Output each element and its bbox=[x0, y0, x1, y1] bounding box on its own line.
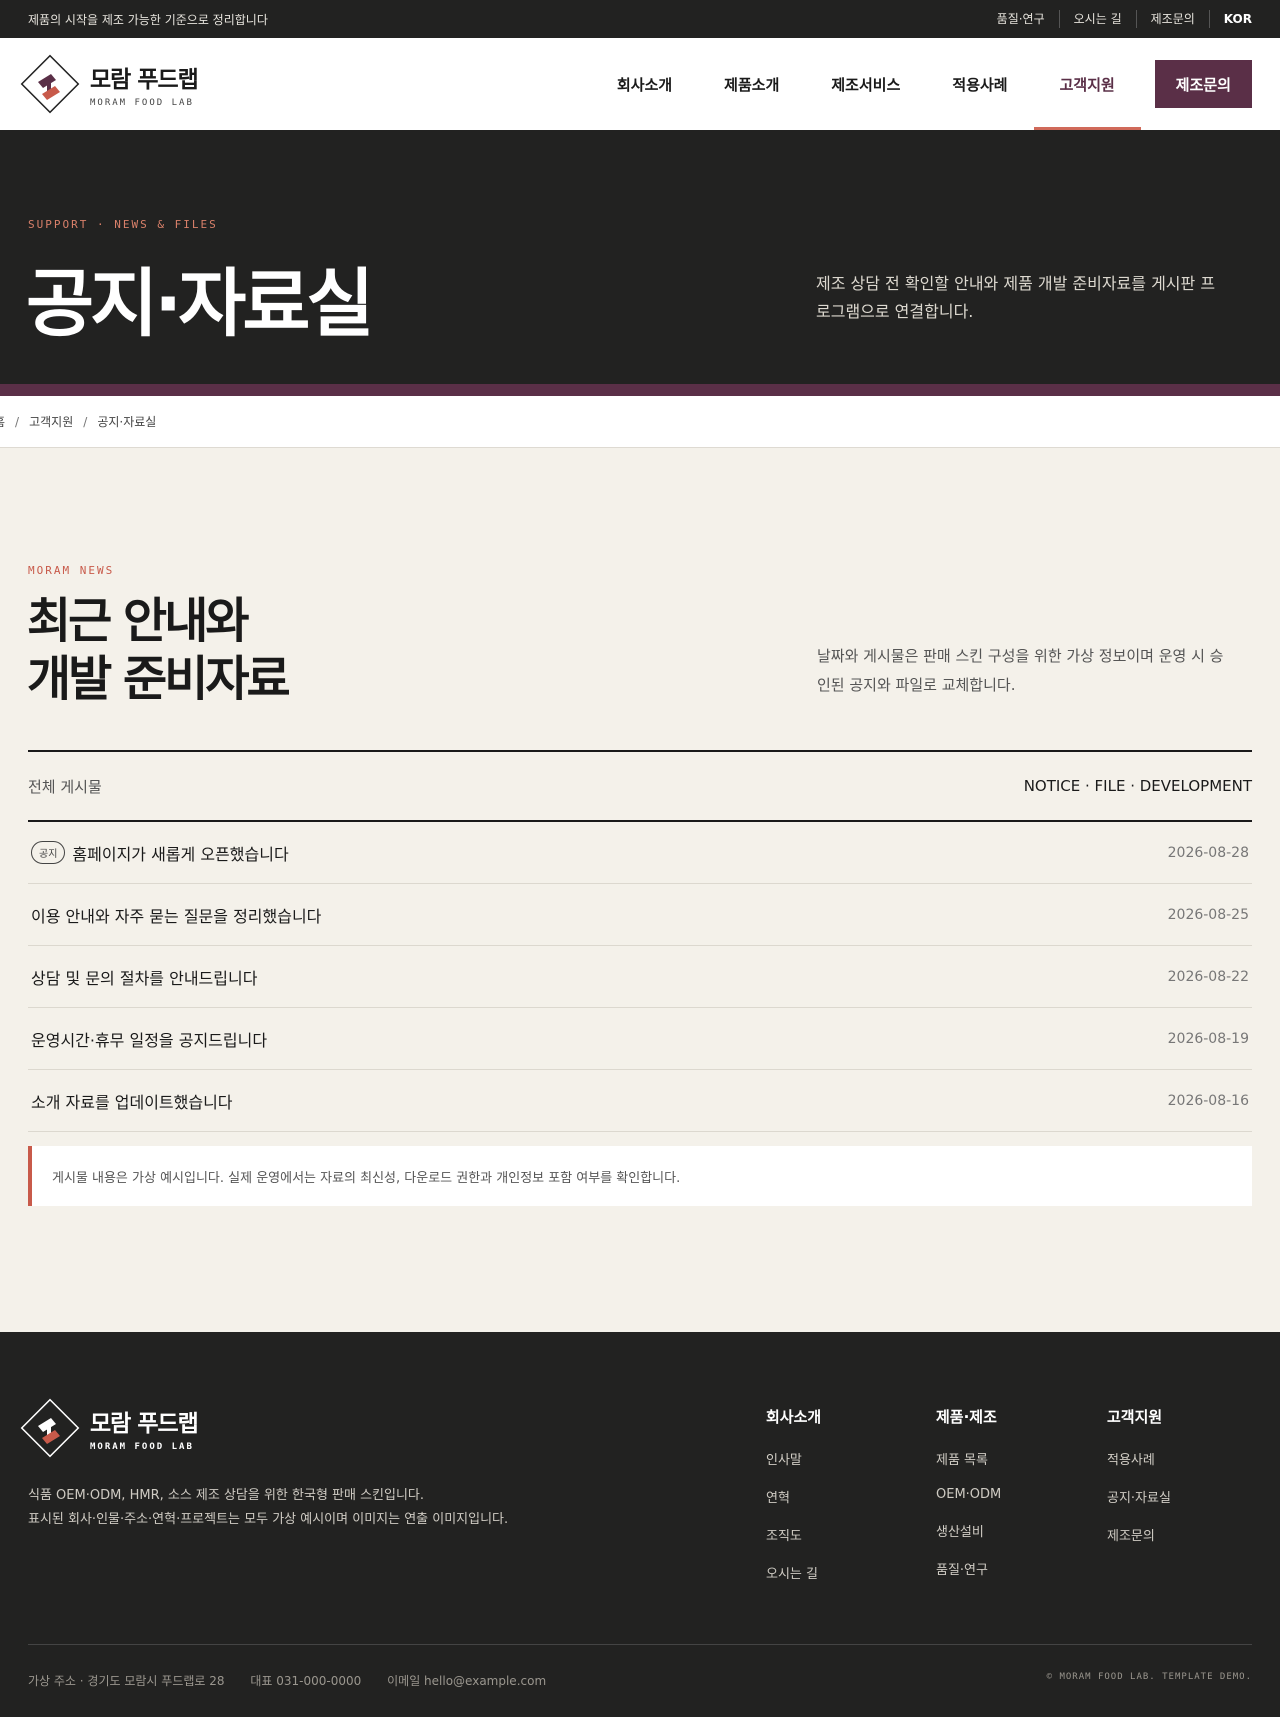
post-title[interactable]: 소개 자료를 업데이트했습니다 bbox=[31, 1089, 233, 1113]
section-title: 최근 안내와 개발 준비자료 bbox=[27, 592, 291, 708]
section-title-line2: 개발 준비자료 bbox=[27, 651, 291, 707]
nav-products[interactable]: 제품소개 bbox=[698, 38, 805, 130]
footer-brand-sub: MORAM FOOD LAB bbox=[90, 1442, 194, 1452]
board-categories: NOTICE · FILE · DEVELOPMENT bbox=[1023, 777, 1252, 795]
post-row[interactable]: 소개 자료를 업데이트했습니다 2026-08-16 bbox=[28, 1070, 1252, 1132]
footer-link[interactable]: 생산설비 bbox=[936, 1521, 1001, 1540]
breadcrumb-separator: / bbox=[83, 414, 88, 429]
hero-eyebrow: SUPPORT · NEWS & FILES bbox=[28, 218, 218, 231]
footer-contact-info: 가상 주소 · 경기도 모람시 푸드랩로 28 대표 031-000-0000 … bbox=[28, 1672, 568, 1689]
post-title[interactable]: 상담 및 문의 절차를 안내드립니다 bbox=[31, 965, 257, 989]
post-date: 2026-08-19 bbox=[1167, 1030, 1249, 1047]
footer-link[interactable]: 제품 목록 bbox=[936, 1449, 1001, 1468]
footer-bottom-bar: 가상 주소 · 경기도 모람시 푸드랩로 28 대표 031-000-0000 … bbox=[28, 1644, 1252, 1689]
footer-link[interactable]: 연혁 bbox=[766, 1487, 821, 1506]
footer-desc-line1: 식품 OEM·ODM, HMR, 소스 제조 상담을 위한 한국형 판매 스킨입… bbox=[28, 1488, 425, 1503]
post-row[interactable]: 이용 안내와 자주 묻는 질문을 정리했습니다 2026-08-25 bbox=[28, 884, 1252, 946]
tagline: 제품의 시작을 제조 가능한 기준으로 정리합니다 bbox=[28, 12, 268, 27]
breadcrumb-home[interactable]: 홈 bbox=[0, 413, 5, 430]
post-date: 2026-08-28 bbox=[1167, 844, 1249, 861]
footer-copyright: © MORAM FOOD LAB. TEMPLATE DEMO. bbox=[1046, 1672, 1252, 1682]
footer-link[interactable]: 조직도 bbox=[766, 1525, 821, 1544]
post-board: 전체 게시물 NOTICE · FILE · DEVELOPMENT 공지 홈페… bbox=[28, 750, 1252, 1206]
brand-mark-icon bbox=[20, 54, 80, 114]
section-title-line1: 최근 안내와 bbox=[27, 593, 250, 649]
section-eyebrow: MORAM NEWS bbox=[28, 564, 115, 577]
main-content: MORAM NEWS 최근 안내와 개발 준비자료 날짜와 게시물은 판매 스킨… bbox=[0, 448, 1280, 1332]
footer-desc-line2: 표시된 회사·인물·주소·연혁·프로젝트는 모두 가상 예시이며 이미지는 연출… bbox=[28, 1512, 509, 1527]
footer-column-title: 회사소개 bbox=[766, 1408, 822, 1426]
post-row[interactable]: 공지 홈페이지가 새롭게 오픈했습니다 2026-08-28 bbox=[28, 822, 1252, 884]
post-date: 2026-08-22 bbox=[1167, 968, 1249, 985]
post-date: 2026-08-16 bbox=[1167, 1092, 1249, 1109]
nav-company[interactable]: 회사소개 bbox=[591, 38, 698, 130]
footer-link[interactable]: 오시는 길 bbox=[766, 1563, 821, 1582]
footer-address: 가상 주소 · 경기도 모람시 푸드랩로 28 bbox=[28, 1674, 225, 1688]
hero-description: 제조 상담 전 확인할 안내와 제품 개발 준비자료를 게시판 프로그램으로 연… bbox=[816, 274, 1216, 321]
footer-phone: 대표 031-000-0000 bbox=[250, 1674, 362, 1688]
footer-column-products: 제품·제조 제품 목록 OEM·ODM 생산설비 품질·연구 bbox=[936, 1406, 1001, 1597]
util-link-location[interactable]: 오시는 길 bbox=[1058, 10, 1136, 28]
page-title: 공지·자료실 bbox=[26, 261, 375, 347]
footer-description: 식품 OEM·ODM, HMR, 소스 제조 상담을 위한 한국형 판매 스킨입… bbox=[28, 1484, 508, 1532]
breadcrumb-support[interactable]: 고객지원 bbox=[29, 413, 73, 430]
footer-link[interactable]: 공지·자료실 bbox=[1107, 1487, 1171, 1506]
brand-name: 모람 푸드랩 bbox=[90, 67, 199, 93]
footer-column-title: 제품·제조 bbox=[936, 1408, 997, 1426]
board-all-label: 전체 게시물 bbox=[28, 777, 102, 796]
board-header: 전체 게시물 NOTICE · FILE · DEVELOPMENT bbox=[28, 750, 1252, 822]
site-header: 모람 푸드랩 MORAM FOOD LAB 회사소개 제품소개 제조서비스 적용… bbox=[0, 38, 1280, 130]
footer-column-support: 고객지원 적용사례 공지·자료실 제조문의 bbox=[1107, 1406, 1171, 1563]
breadcrumb: 홈 / 고객지원 / 공지·자료실 bbox=[0, 396, 1280, 448]
nav-manufacturing[interactable]: 제조서비스 bbox=[805, 38, 926, 130]
post-title[interactable]: 운영시간·휴무 일정을 공지드립니다 bbox=[31, 1027, 267, 1051]
brand-logo[interactable]: 모람 푸드랩 MORAM FOOD LAB bbox=[18, 52, 199, 116]
footer-brand-logo[interactable]: 모람 푸드랩 MORAM FOOD LAB bbox=[18, 1396, 199, 1460]
page-hero: SUPPORT · NEWS & FILES 공지·자료실 제조 상담 전 확인… bbox=[0, 130, 1280, 384]
brand-sub: MORAM FOOD LAB bbox=[90, 98, 194, 108]
brand-mark-icon bbox=[20, 1398, 80, 1458]
nav-support[interactable]: 고객지원 bbox=[1033, 38, 1142, 130]
post-title[interactable]: 홈페이지가 새롭게 오픈했습니다 bbox=[72, 841, 288, 865]
util-link-inquiry[interactable]: 제조문의 bbox=[1135, 10, 1209, 28]
breadcrumb-separator: / bbox=[15, 414, 20, 429]
util-link-quality[interactable]: 품질·연구 bbox=[983, 10, 1059, 28]
footer-link[interactable]: 적용사례 bbox=[1107, 1449, 1171, 1468]
footer-column-company: 회사소개 인사말 연혁 조직도 오시는 길 bbox=[766, 1406, 821, 1601]
footer-link[interactable]: 제조문의 bbox=[1107, 1525, 1171, 1544]
hero-accent-stripe bbox=[0, 384, 1280, 396]
language-selector[interactable]: KOR bbox=[1208, 10, 1252, 28]
top-utility-bar: 제품의 시작을 제조 가능한 기준으로 정리합니다 품질·연구 오시는 길 제조… bbox=[0, 0, 1280, 38]
notice-badge: 공지 bbox=[31, 841, 66, 864]
footer-brand-name: 모람 푸드랩 bbox=[90, 1411, 199, 1437]
post-title[interactable]: 이용 안내와 자주 묻는 질문을 정리했습니다 bbox=[31, 903, 321, 927]
main-nav: 회사소개 제품소개 제조서비스 적용사례 고객지원 제조문의 bbox=[591, 38, 1252, 130]
post-row[interactable]: 상담 및 문의 절차를 안내드립니다 2026-08-22 bbox=[28, 946, 1252, 1008]
post-row[interactable]: 운영시간·휴무 일정을 공지드립니다 2026-08-19 bbox=[28, 1008, 1252, 1070]
footer-link[interactable]: OEM·ODM bbox=[936, 1487, 1001, 1502]
nav-cases[interactable]: 적용사례 bbox=[926, 38, 1033, 130]
footer-link[interactable]: 인사말 bbox=[766, 1449, 821, 1468]
inquiry-cta-button[interactable]: 제조문의 bbox=[1154, 60, 1252, 108]
footer-column-title: 고객지원 bbox=[1107, 1408, 1163, 1426]
breadcrumb-current: 공지·자료실 bbox=[97, 415, 157, 429]
site-footer: 모람 푸드랩 MORAM FOOD LAB 식품 OEM·ODM, HMR, 소… bbox=[0, 1332, 1280, 1717]
footer-email: 이메일 hello@example.com bbox=[387, 1674, 547, 1688]
post-date: 2026-08-25 bbox=[1167, 906, 1249, 923]
footer-link[interactable]: 품질·연구 bbox=[936, 1559, 1001, 1578]
section-intro: 날짜와 게시물은 판매 스킨 구성을 위한 가상 정보이며 운영 시 승인된 공… bbox=[817, 647, 1224, 694]
board-disclaimer: 게시물 내용은 가상 예시입니다. 실제 운영에서는 자료의 최신성, 다운로드… bbox=[28, 1146, 1252, 1206]
utility-links: 품질·연구 오시는 길 제조문의 KOR bbox=[983, 10, 1252, 28]
